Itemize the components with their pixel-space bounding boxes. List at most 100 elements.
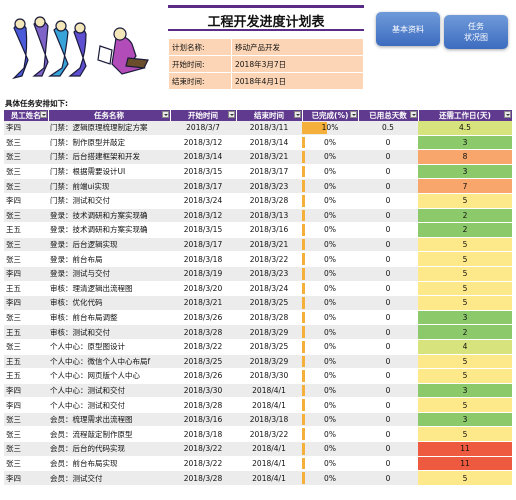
start-date-cell[interactable]: 2018/3/28 [170,324,236,340]
table-row[interactable]: 王五 个人中心：微信个人中心布局f 2018/3/25 2018/3/29 0% 0 5 [4,354,512,370]
percent-cell[interactable]: 0% [302,456,358,472]
table-row[interactable]: 张三 会员：流程敲定制作原型 2018/3/18 2018/3/22 0% 0 5 [4,426,512,443]
plan-name-value[interactable]: 移动产品开发 [231,38,364,56]
col-header-employee[interactable]: 员工姓名 [4,110,49,121]
task-cell[interactable]: 门禁：根据需要设计UI [48,164,170,180]
table-row[interactable]: 张三 门禁：根据需要设计UI 2018/3/15 2018/3/17 0% 0 3 [4,164,512,180]
table-row[interactable]: 王五 个人中心：网页版个人中心 2018/3/26 2018/3/30 0% 0 5 [4,368,512,384]
used-days-cell[interactable]: 0 [358,251,418,267]
start-date-cell[interactable]: 2018/3/15 [170,222,236,238]
remaining-days-cell[interactable]: 2 [418,222,512,238]
percent-cell[interactable]: 0% [302,135,358,151]
start-date-cell[interactable]: 2018/3/18 [170,251,236,267]
table-row[interactable]: 张三 会员：梳理需求出流程图 2018/3/16 2018/3/18 0% 0 3 [4,412,512,428]
task-cell[interactable]: 登录：技术调研和方案实现确 [48,208,170,224]
end-date-cell[interactable]: 2018/3/29 [236,324,302,340]
percent-cell[interactable]: 0% [302,222,358,238]
start-date-cell[interactable]: 2018/3/12 [170,135,236,151]
start-date-cell[interactable]: 2018/3/22 [170,339,236,355]
task-cell[interactable]: 门禁：制作原型并敲定 [48,135,170,151]
employee-cell[interactable]: 李四 [4,295,48,311]
end-date-cell[interactable]: 2018/3/23 [236,266,302,282]
end-date-cell[interactable]: 2018/3/24 [236,281,302,297]
employee-cell[interactable]: 王五 [4,281,48,297]
employee-cell[interactable]: 王五 [4,354,48,370]
end-date-cell[interactable]: 2018/3/25 [236,295,302,311]
task-cell[interactable]: 会员：后台的代码实现 [48,441,170,457]
employee-cell[interactable]: 张三 [4,135,48,151]
start-date-cell[interactable]: 2018/3/25 [170,354,236,370]
remaining-days-cell[interactable]: 5 [418,368,512,384]
table-row[interactable]: 张三 门禁：制作原型并敲定 2018/3/12 2018/3/14 0% 0 3 [4,135,512,151]
used-days-cell[interactable]: 0 [358,397,418,413]
percent-cell[interactable]: 0% [302,237,358,253]
task-cell[interactable]: 个人中心：测试和交付 [48,397,170,413]
end-date-cell[interactable]: 2018/4/1 [236,470,302,486]
task-cell[interactable]: 个人中心：微信个人中心布局f [48,354,170,370]
start-date-cell[interactable]: 2018/3/12 [170,208,236,224]
filter-dropdown-icon[interactable] [39,111,47,118]
used-days-cell[interactable]: 0 [358,295,418,311]
employee-cell[interactable]: 王五 [4,222,48,238]
remaining-days-cell[interactable]: 3 [418,310,512,326]
table-row[interactable]: 李四 门禁：测试和交付 2018/3/24 2018/3/28 0% 0 5 [4,193,512,209]
remaining-days-cell[interactable]: 3 [418,135,512,151]
used-days-cell[interactable]: 0 [358,178,418,194]
table-row[interactable]: 张三 审核：前台布局调整 2018/3/26 2018/3/28 0% 0 3 [4,310,512,326]
used-days-cell[interactable]: 0 [358,237,418,253]
table-row[interactable]: 王五 审核：测试和交付 2018/3/28 2018/3/29 0% 0 2 [4,324,512,340]
percent-cell[interactable]: 0% [302,149,358,165]
start-date-cell[interactable]: 2018/3/15 [170,164,236,180]
table-row[interactable]: 张三 登录：后台逻辑实现 2018/3/17 2018/3/21 0% 0 5 [4,237,512,253]
remaining-days-cell[interactable]: 2 [418,208,512,224]
used-days-cell[interactable]: 0 [358,164,418,180]
remaining-days-cell[interactable]: 5 [418,295,512,311]
remaining-days-cell[interactable]: 5 [418,281,512,297]
end-date-cell[interactable]: 2018/4/1 [236,441,302,457]
employee-cell[interactable]: 李四 [4,266,48,282]
end-date-cell[interactable]: 2018/3/30 [236,368,302,384]
used-days-cell[interactable]: 0 [358,456,418,472]
percent-cell[interactable]: 0% [302,383,358,399]
remaining-days-cell[interactable]: 5 [418,354,512,370]
remaining-days-cell[interactable]: 3 [418,164,512,180]
table-row[interactable]: 李四 审核：优化代码 2018/3/21 2018/3/25 0% 0 5 [4,295,512,311]
employee-cell[interactable]: 张三 [4,441,48,457]
task-cell[interactable]: 个人中心：测试和交付 [48,383,170,399]
col-header-used-days[interactable]: 已用总天数 [358,110,419,121]
basic-info-button[interactable]: 基本资料 [376,12,440,46]
remaining-days-cell[interactable]: 4.5 [418,121,512,136]
end-date-cell[interactable]: 2018/3/14 [236,135,302,151]
start-date-cell[interactable]: 2018/3/7 [170,121,236,136]
end-date-cell[interactable]: 2018/3/18 [236,412,302,428]
used-days-cell[interactable]: 0 [358,412,418,428]
percent-cell[interactable]: 0% [302,178,358,194]
percent-cell[interactable]: 0% [302,397,358,413]
employee-cell[interactable]: 张三 [4,339,48,355]
table-row[interactable]: 李四 个人中心：测试和交付 2018/3/28 2018/4/1 0% 0 5 [4,397,512,413]
percent-cell[interactable]: 0% [302,208,358,224]
table-row[interactable]: 张三 登录：技术调研和方案实现确 2018/3/12 2018/3/13 0% 0 2 [4,208,512,224]
employee-cell[interactable]: 张三 [4,310,48,326]
employee-cell[interactable]: 李四 [4,121,48,136]
task-cell[interactable]: 门禁：测试和交付 [48,193,170,209]
remaining-days-cell[interactable]: 3 [418,412,512,428]
end-date-cell[interactable]: 2018/4/1 [236,456,302,472]
filter-dropdown-icon[interactable] [161,111,169,118]
employee-cell[interactable]: 张三 [4,237,48,253]
percent-cell[interactable]: 0% [302,251,358,267]
used-days-cell[interactable]: 0 [358,470,418,486]
end-date-cell[interactable]: 2018/3/22 [236,426,302,443]
used-days-cell[interactable]: 0 [358,426,418,443]
end-date-cell[interactable]: 2018/3/25 [236,339,302,355]
table-row[interactable]: 王五 登录：技术调研和方案实现确 2018/3/15 2018/3/16 0% 0 2 [4,222,512,238]
filter-dropdown-icon[interactable] [293,111,301,118]
used-days-cell[interactable]: 0 [358,310,418,326]
start-date-cell[interactable]: 2018/3/19 [170,266,236,282]
start-date-cell[interactable]: 2018/3/17 [170,178,236,194]
remaining-days-cell[interactable]: 5 [418,193,512,209]
start-date-cell[interactable]: 2018/3/22 [170,456,236,472]
task-cell[interactable]: 个人中心：原型图设计 [48,339,170,355]
task-cell[interactable]: 审核：前台布局调整 [48,310,170,326]
percent-cell[interactable]: 0% [302,426,358,443]
